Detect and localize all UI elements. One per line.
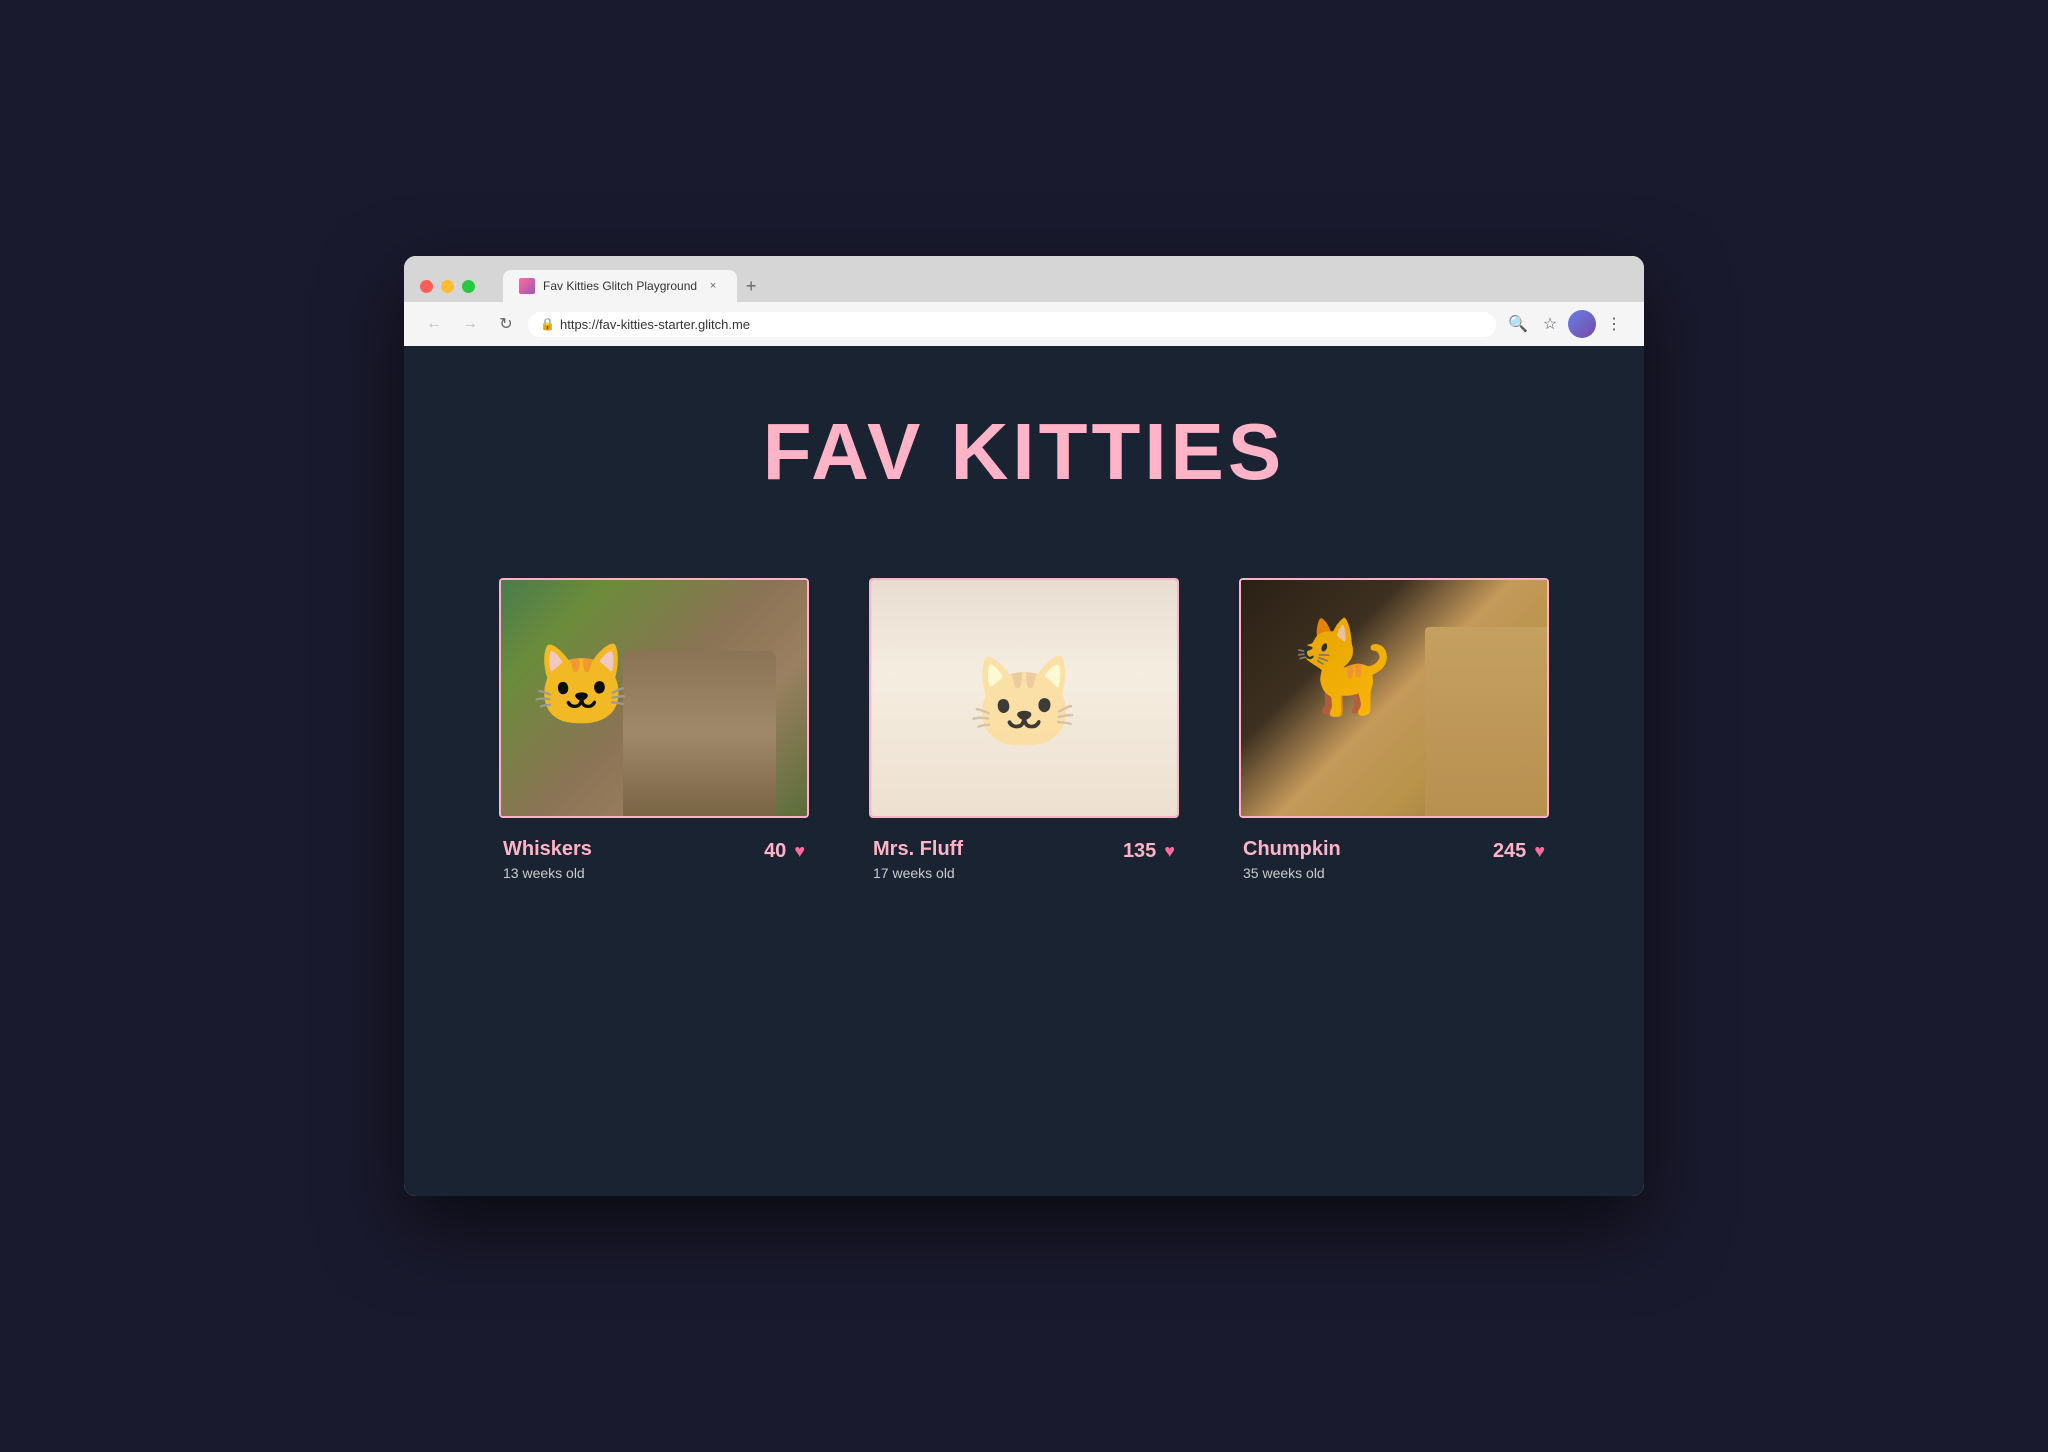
kitty-name-label-mrs-fluff: Mrs. Fluff bbox=[873, 838, 963, 861]
site-title: FAV KITTIES bbox=[763, 406, 1286, 498]
browser-tabs: Fav Kitties Glitch Playground × + bbox=[503, 270, 765, 302]
kitty-age-label-chumpkin: 35 weeks old bbox=[1243, 865, 1341, 881]
back-button[interactable]: ← bbox=[420, 310, 448, 338]
heart-icon-mrs-fluff: ♥ bbox=[1164, 841, 1175, 862]
kitty-votes-chumpkin[interactable]: 245 ♥ bbox=[1493, 838, 1545, 863]
kitty-image-whiskers[interactable] bbox=[499, 578, 809, 818]
kitty-info-mrs-fluff: Mrs. Fluff 17 weeks old 135 ♥ bbox=[869, 838, 1179, 881]
website-content: FAV KITTIES Whiskers 13 weeks old 40 ♥ bbox=[404, 346, 1644, 1196]
kitty-name-age-chumpkin: Chumpkin 35 weeks old bbox=[1243, 838, 1341, 881]
minimize-button[interactable] bbox=[441, 280, 454, 293]
heart-icon-whiskers: ♥ bbox=[794, 841, 805, 862]
kitty-card-chumpkin: Chumpkin 35 weeks old 245 ♥ bbox=[1239, 578, 1549, 881]
kitty-photo-chumpkin bbox=[1241, 580, 1547, 816]
maximize-button[interactable] bbox=[462, 280, 475, 293]
kitty-votes-mrs-fluff[interactable]: 135 ♥ bbox=[1123, 838, 1175, 863]
tab-close-button[interactable]: × bbox=[705, 278, 721, 294]
kitty-image-mrs-fluff[interactable] bbox=[869, 578, 1179, 818]
menu-button[interactable]: ⋮ bbox=[1600, 310, 1628, 338]
close-button[interactable] bbox=[420, 280, 433, 293]
user-avatar[interactable] bbox=[1568, 310, 1596, 338]
active-tab[interactable]: Fav Kitties Glitch Playground × bbox=[503, 270, 737, 302]
kitty-card-whiskers: Whiskers 13 weeks old 40 ♥ bbox=[499, 578, 809, 881]
kitty-card-mrs-fluff: Mrs. Fluff 17 weeks old 135 ♥ bbox=[869, 578, 1179, 881]
kitty-info-whiskers: Whiskers 13 weeks old 40 ♥ bbox=[499, 838, 809, 881]
browser-chrome: Fav Kitties Glitch Playground × + ← → ↻ … bbox=[404, 256, 1644, 346]
browser-addressbar: ← → ↻ 🔒 https://fav-kitties-starter.glit… bbox=[404, 302, 1644, 346]
kitty-name-label-chumpkin: Chumpkin bbox=[1243, 838, 1341, 861]
vote-count-whiskers: 40 bbox=[764, 840, 786, 863]
address-bar[interactable]: 🔒 https://fav-kitties-starter.glitch.me bbox=[528, 312, 1496, 337]
kitty-name-label-whiskers: Whiskers bbox=[503, 838, 592, 861]
forward-button[interactable]: → bbox=[456, 310, 484, 338]
kitty-age-label-mrs-fluff: 17 weeks old bbox=[873, 865, 963, 881]
kitty-image-chumpkin[interactable] bbox=[1239, 578, 1549, 818]
heart-icon-chumpkin: ♥ bbox=[1534, 841, 1545, 862]
vote-count-chumpkin: 245 bbox=[1493, 840, 1526, 863]
bookmark-button[interactable]: ☆ bbox=[1536, 310, 1564, 338]
tab-favicon bbox=[519, 278, 535, 294]
address-text: https://fav-kitties-starter.glitch.me bbox=[560, 317, 750, 332]
kitty-photo-mrs-fluff bbox=[871, 580, 1177, 816]
reload-button[interactable]: ↻ bbox=[492, 310, 520, 338]
kitties-grid: Whiskers 13 weeks old 40 ♥ Mrs. Fluff bbox=[499, 578, 1549, 881]
kitty-name-age-whiskers: Whiskers 13 weeks old bbox=[503, 838, 592, 881]
kitty-name-age-mrs-fluff: Mrs. Fluff 17 weeks old bbox=[873, 838, 963, 881]
kitty-votes-whiskers[interactable]: 40 ♥ bbox=[764, 838, 805, 863]
browser-titlebar: Fav Kitties Glitch Playground × + bbox=[404, 256, 1644, 302]
kitty-info-chumpkin: Chumpkin 35 weeks old 245 ♥ bbox=[1239, 838, 1549, 881]
kitty-age-label-whiskers: 13 weeks old bbox=[503, 865, 592, 881]
kitty-photo-whiskers bbox=[501, 580, 807, 816]
tab-title-label: Fav Kitties Glitch Playground bbox=[543, 279, 697, 293]
search-icon-button[interactable]: 🔍 bbox=[1504, 310, 1532, 338]
browser-window: Fav Kitties Glitch Playground × + ← → ↻ … bbox=[404, 256, 1644, 1196]
new-tab-button[interactable]: + bbox=[737, 272, 765, 300]
lock-icon: 🔒 bbox=[540, 317, 555, 331]
vote-count-mrs-fluff: 135 bbox=[1123, 840, 1156, 863]
toolbar-right: 🔍 ☆ ⋮ bbox=[1504, 310, 1628, 338]
traffic-lights bbox=[420, 280, 475, 293]
